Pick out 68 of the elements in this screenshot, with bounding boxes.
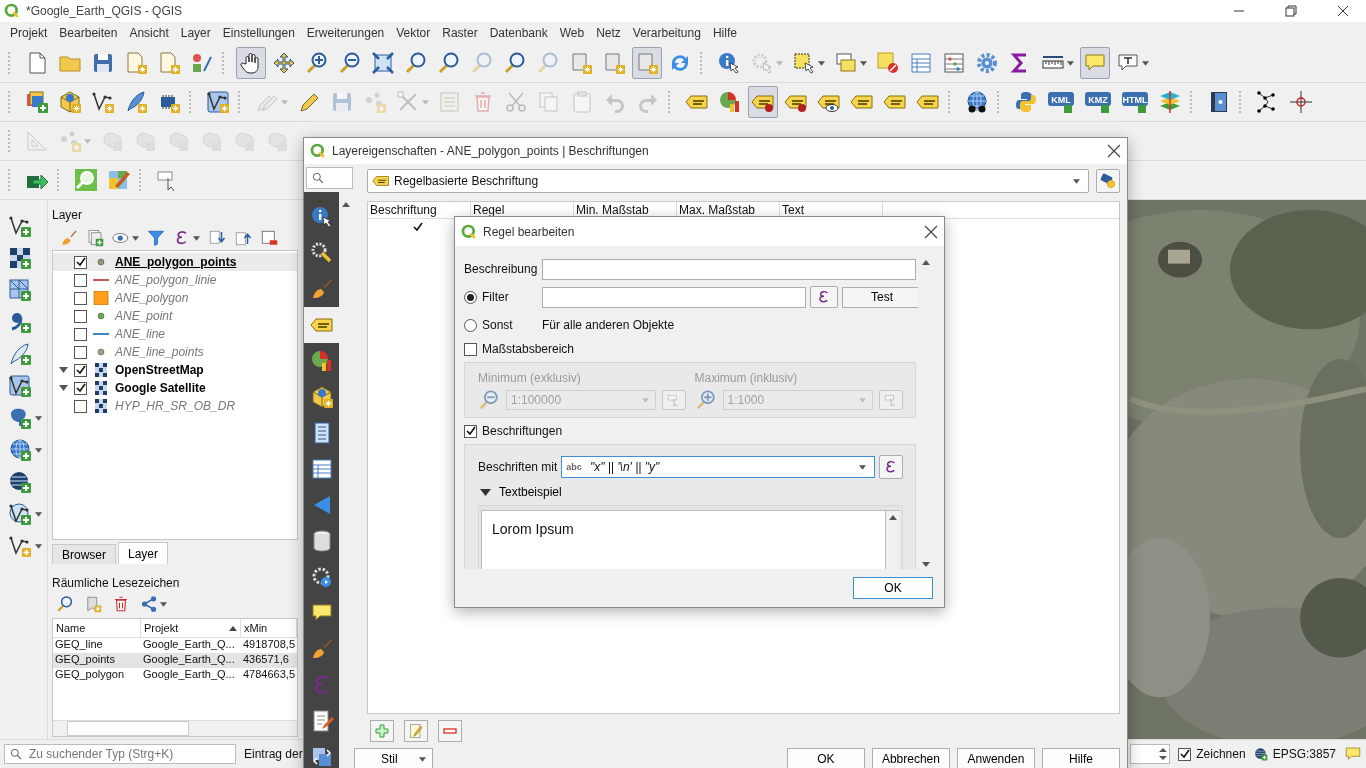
table-row[interactable]: GEQ_points Google_Earth_Q... 436571,6 — [53, 653, 297, 668]
mode-dropdown[interactable]: Regelbasierte Beschriftung — [367, 169, 1089, 193]
menu-item[interactable]: Erweiterungen — [300, 26, 391, 40]
layer-row[interactable]: ANE_polygon_points — [53, 253, 297, 271]
status-message: Eintrag der — [244, 747, 303, 761]
field-label: Beschriften mit — [478, 460, 558, 474]
sample-text: Lorom Ipsum — [492, 521, 574, 537]
menu-item[interactable]: Netz — [590, 26, 627, 40]
layer-name: ANE_line — [115, 327, 166, 341]
window-title: Layereigenschaften - ANE_polygon_points | Beschriftungen — [332, 144, 650, 158]
menu-item[interactable]: Datenbank — [483, 26, 554, 40]
layer-row[interactable]: ANE_polygon — [53, 289, 297, 307]
layer-row[interactable]: ANE_line_points — [53, 343, 297, 361]
render-checkbox[interactable]: Zeichnen — [1178, 747, 1246, 761]
menu-item[interactable]: Raster — [436, 26, 484, 40]
crs-button[interactable]: EPSG:3857 — [1253, 747, 1336, 761]
field-label: Beschreibung — [464, 262, 538, 276]
dialog-button[interactable]: Anwenden — [956, 748, 1035, 768]
panel-tab[interactable]: Layer — [118, 542, 169, 564]
hint-text: Für alle anderen Objekte — [542, 318, 675, 332]
menu-item[interactable]: Projekt — [4, 26, 54, 40]
menu-item[interactable]: Bearbeiten — [53, 26, 124, 40]
column-header[interactable]: Name — [53, 619, 141, 637]
layer-row[interactable]: HYP_HR_SR_OB_DR — [53, 397, 297, 415]
scale-checkbox[interactable]: Maßstabsbereich — [464, 342, 916, 356]
window-title: Regel bearbeiten — [483, 224, 576, 239]
layer-name: OpenStreetMap — [115, 363, 204, 377]
search-field[interactable]: Zu suchender Typ (Strg+K) — [4, 744, 236, 764]
panel-title: Layer — [52, 207, 84, 224]
layer-name: ANE_point — [115, 309, 173, 323]
layer-name: ANE_line_points — [115, 345, 204, 359]
column-header[interactable]: xMin — [241, 619, 297, 637]
field-label: Minimum (exklusiv) — [478, 371, 582, 385]
table-row[interactable]: GEQ_polygon Google_Earth_Q... 4784663,5 — [53, 668, 297, 683]
table-row[interactable]: GEQ_line Google_Earth_Q... 4918708,5 — [53, 638, 297, 653]
menu-item[interactable]: Vektor — [390, 26, 437, 40]
column-header[interactable]: Projekt — [141, 619, 241, 637]
layer-row[interactable]: Google Satellite — [53, 379, 297, 397]
window-title: *Google_Earth_QGIS - QGIS — [26, 4, 184, 18]
layer-row[interactable]: ANE_polygon_linie — [53, 271, 297, 289]
style-dropdown[interactable]: Stil — [354, 748, 433, 768]
layer-row[interactable]: ANE_point — [53, 307, 297, 325]
ok-button[interactable]: OK — [853, 577, 933, 599]
menu-item[interactable]: Einstellungen — [216, 26, 301, 40]
dialog-button[interactable]: Hilfe — [1042, 748, 1121, 768]
menu-item[interactable]: Hilfe — [706, 26, 743, 40]
layer-name: ANE_polygon — [115, 291, 189, 305]
menu-item[interactable]: Web — [553, 26, 591, 40]
dialog-button[interactable]: OK — [786, 748, 865, 768]
menu-item[interactable]: Ansicht — [123, 26, 175, 40]
layer-name: HYP_HR_SR_OB_DR — [115, 399, 236, 413]
menu-item[interactable]: Layer — [174, 26, 217, 40]
layer-name: ANE_polygon_linie — [115, 273, 217, 287]
field-label: Maximum (inklusiv) — [694, 371, 799, 385]
layer-name: Google Satellite — [115, 381, 206, 395]
layer-row[interactable]: ANE_line — [53, 325, 297, 343]
else-radio[interactable]: Sonst — [464, 318, 538, 332]
layer-name: ANE_polygon_points — [115, 255, 237, 269]
panel-title: Räumliche Lesezeichen — [52, 575, 181, 590]
labels-checkbox[interactable]: Beschriftungen — [464, 424, 916, 438]
sample-toggle[interactable]: Textbeispiel — [478, 483, 903, 501]
menu-item[interactable]: Verarbeitung — [626, 26, 707, 40]
expression-dropdown[interactable]: abc "x" || '\n' || "y" — [561, 456, 875, 478]
panel-tab[interactable]: Browser — [52, 544, 116, 564]
filter-radio[interactable]: Filter — [464, 290, 538, 304]
dialog-button[interactable]: Abbrechen — [871, 748, 950, 768]
test-button[interactable]: Test — [842, 286, 918, 308]
layer-row[interactable]: OpenStreetMap — [53, 361, 297, 379]
